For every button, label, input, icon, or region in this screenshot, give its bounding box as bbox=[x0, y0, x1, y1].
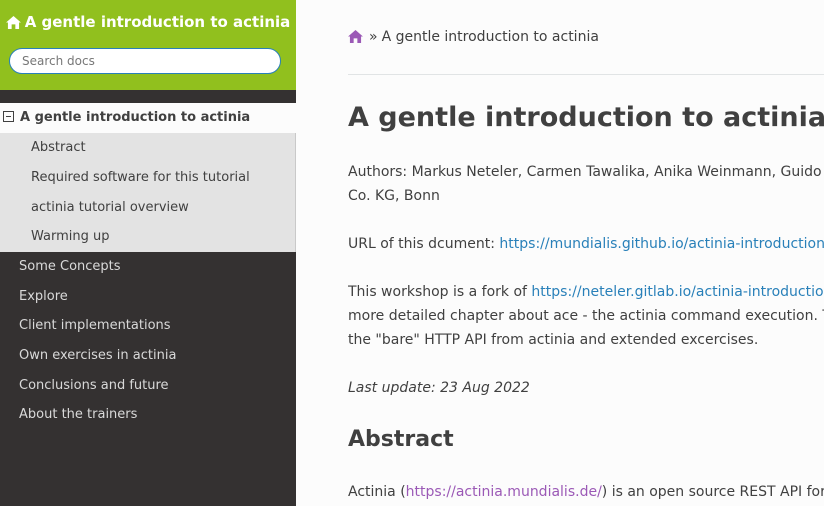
breadcrumb-separator: » bbox=[369, 29, 378, 45]
fork-line-3: the "bare" HTTP API from actinia and ext… bbox=[348, 332, 759, 348]
document-url-link[interactable]: https://mundialis.github.io/actinia-intr… bbox=[499, 236, 824, 252]
nav-current-label: A gentle introduction to actinia bbox=[20, 110, 251, 125]
abstract-heading: Abstract bbox=[348, 427, 454, 452]
fork-link[interactable]: https://neteler.gitlab.io/actinia-introd… bbox=[531, 284, 823, 300]
authors-line-2: Co. KG, Bonn bbox=[348, 188, 440, 204]
actinia-link[interactable]: https://actinia.mundialis.de/ bbox=[406, 484, 602, 500]
breadcrumb-current: A gentle introduction to actinia bbox=[381, 29, 599, 45]
authors-paragraph: Authors: Markus Neteler, Carmen Tawalika… bbox=[348, 160, 822, 208]
nav-item-own-exercises[interactable]: Own exercises in actinia bbox=[0, 341, 296, 371]
fork-line-2: more detailed chapter about ace - the ac… bbox=[348, 308, 824, 324]
divider bbox=[348, 74, 824, 75]
sidebar-header: A gentle introduction to actinia bbox=[0, 0, 296, 90]
breadcrumb: » A gentle introduction to actinia bbox=[348, 27, 599, 47]
home-icon[interactable] bbox=[348, 30, 363, 43]
fork-paragraph: This workshop is a fork of https://netel… bbox=[348, 280, 824, 352]
url-label: URL of this dcument: bbox=[348, 236, 500, 252]
url-paragraph: URL of this dcument: https://mundialis.g… bbox=[348, 232, 824, 256]
brand-link[interactable]: A gentle introduction to actinia bbox=[0, 12, 296, 32]
nav-item-explore[interactable]: Explore bbox=[0, 282, 296, 312]
last-update: Last update: 23 Aug 2022 bbox=[348, 376, 530, 400]
subnav-item-abstract[interactable]: Abstract bbox=[0, 133, 295, 163]
brand-title: A gentle introduction to actinia bbox=[24, 13, 291, 31]
abstract-paragraph: Actinia (https://actinia.mundialis.de/) … bbox=[348, 480, 824, 504]
last-update-text: Last update: 23 Aug 2022 bbox=[348, 380, 530, 396]
nav-current-page[interactable]: A gentle introduction to actinia bbox=[0, 103, 296, 133]
page-title: A gentle introduction to actinia bbox=[348, 102, 824, 133]
subnav-item-tutorial-overview[interactable]: actinia tutorial overview bbox=[0, 193, 295, 223]
nav-item-some-concepts[interactable]: Some Concepts bbox=[0, 252, 296, 282]
nav-item-conclusions[interactable]: Conclusions and future bbox=[0, 371, 296, 401]
subnav-item-warming-up[interactable]: Warming up bbox=[0, 222, 295, 252]
home-icon bbox=[5, 16, 21, 29]
subnav: Abstract Required software for this tuto… bbox=[0, 133, 296, 252]
main-content: » A gentle introduction to actinia A gent… bbox=[348, 0, 824, 506]
nav-item-about-trainers[interactable]: About the trainers bbox=[0, 400, 296, 430]
main-nav: Some Concepts Explore Client implementat… bbox=[0, 252, 296, 430]
abstract-prefix: Actinia ( bbox=[348, 484, 406, 500]
search-input[interactable] bbox=[9, 48, 281, 74]
sidebar: A gentle introduction to actinia A gentl… bbox=[0, 0, 296, 506]
collapse-icon[interactable] bbox=[3, 111, 14, 122]
subnav-item-required-software[interactable]: Required software for this tutorial bbox=[0, 163, 295, 193]
abstract-suffix: ) is an open source REST API for bbox=[601, 484, 824, 500]
nav-item-client-implementations[interactable]: Client implementations bbox=[0, 311, 296, 341]
authors-line-1: Authors: Markus Neteler, Carmen Tawalika… bbox=[348, 164, 822, 180]
fork-prefix: This workshop is a fork of bbox=[348, 284, 532, 300]
